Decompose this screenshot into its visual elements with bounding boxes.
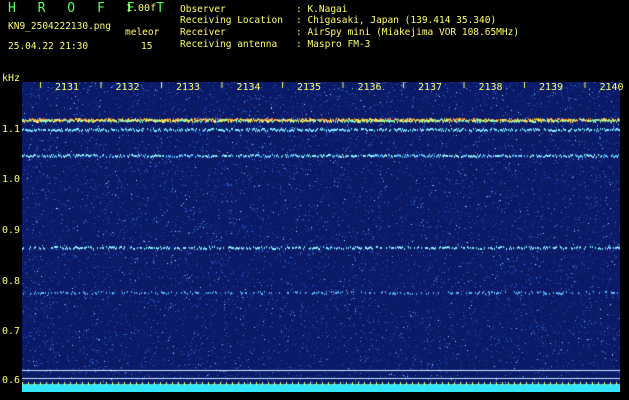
receiver-label: Receiver [180, 27, 226, 38]
x-tick-label: 2133 [176, 82, 201, 93]
x-tick-label: 2138 [478, 82, 503, 93]
y-tick-label: 0.6 [2, 375, 21, 386]
observer-label: Observer [180, 4, 226, 15]
version-label: 1.00f [126, 3, 157, 14]
x-tick-label: 2140 [599, 82, 624, 93]
x-tick-label: 2132 [115, 82, 140, 93]
y-tick-label: 0.7 [2, 326, 21, 337]
x-tick-label: 2135 [297, 82, 322, 93]
header-panel: H R O F F T 1.00f KN9_2504222130.png mel… [0, 0, 629, 74]
meleor-label: meleor [125, 27, 160, 38]
y-tick-label: 1.0 [2, 174, 21, 185]
antenna-label: Receiving antenna [180, 39, 278, 50]
y-tick-label: 0.8 [2, 276, 21, 287]
spectrogram-canvas [22, 82, 620, 392]
x-tick-label: 2137 [418, 82, 443, 93]
x-tick-label: 2131 [55, 82, 80, 93]
antenna-value: : Maspro FM-3 [296, 39, 371, 50]
filename-label: KN9_2504222130.png [8, 21, 111, 32]
location-value: : Chigasaki, Japan (139.414 35.340) [296, 15, 497, 26]
spectrogram-plot [22, 82, 620, 392]
location-label: Receiving Location [180, 15, 283, 26]
x-tick-label: 2139 [539, 82, 564, 93]
receiver-value: : AirSpy mini (Miakejima VOR 108.65MHz) [296, 27, 520, 38]
y-unit-label: kHz [2, 73, 21, 84]
observer-value: : K.Nagai [296, 4, 348, 15]
y-tick-label: 1.1 [2, 124, 21, 135]
meleor-count: 15 [141, 41, 153, 52]
y-tick-label: 0.9 [2, 225, 21, 236]
x-tick-label: 2134 [236, 82, 261, 93]
datetime-label: 25.04.22 21:30 [8, 41, 89, 52]
x-tick-label: 2136 [357, 82, 382, 93]
